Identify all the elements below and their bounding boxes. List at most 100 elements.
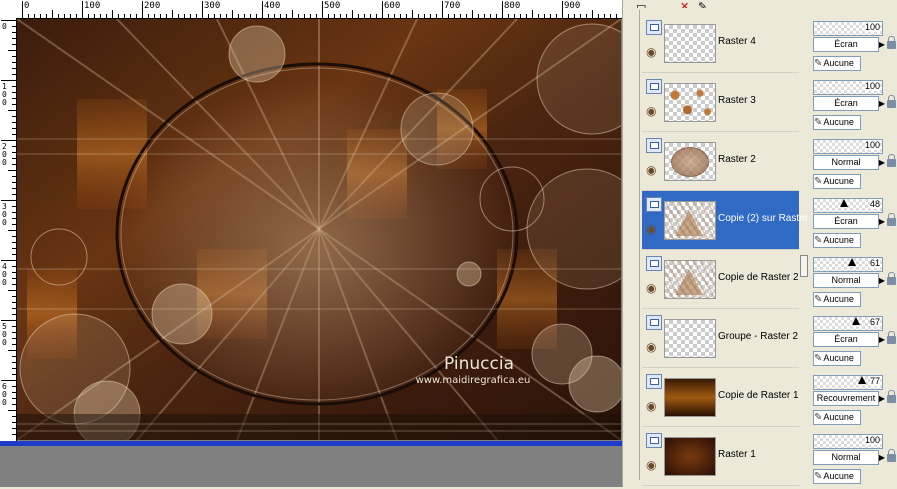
layer-row[interactable]: ◉ Raster 2 — [642, 132, 799, 190]
ruler-minor-tick — [436, 14, 437, 18]
opacity-slider[interactable]: 100 — [813, 80, 883, 95]
chevron-right-icon[interactable]: ▶ — [878, 214, 886, 229]
blend-mode-select[interactable]: Normal — [813, 155, 879, 170]
opacity-slider[interactable]: 67 — [813, 316, 883, 331]
layer-thumbnail[interactable] — [664, 319, 716, 358]
lock-icon[interactable] — [887, 331, 896, 344]
eye-icon[interactable]: ◉ — [646, 400, 660, 412]
lock-icon[interactable] — [887, 449, 896, 462]
mask-select[interactable]: ✎Aucune — [813, 469, 861, 484]
chevron-right-icon[interactable]: ▶ — [878, 37, 886, 52]
layer-row[interactable]: ◉ Raster 4 — [642, 14, 799, 72]
ruler-minor-tick — [616, 14, 617, 18]
chevron-right-icon[interactable]: ▶ — [878, 273, 886, 288]
blend-mode-select[interactable]: Normal — [813, 450, 879, 465]
eye-icon[interactable]: ◉ — [646, 223, 660, 235]
opacity-slider-thumb[interactable] — [848, 258, 856, 266]
layer-visibility-icon[interactable] — [646, 256, 662, 271]
mask-brush-icon: ✎ — [814, 353, 823, 364]
eye-icon[interactable]: ◉ — [646, 105, 660, 117]
lock-icon[interactable] — [887, 272, 896, 285]
ruler-minor-tick — [514, 14, 515, 18]
lock-icon[interactable] — [887, 36, 896, 49]
ruler-minor-tick — [130, 14, 131, 18]
ruler-minor-tick — [160, 14, 161, 18]
layer-thumbnail[interactable] — [664, 437, 716, 476]
blend-mode-select[interactable]: Recouvrement — [813, 391, 879, 406]
mask-select[interactable]: ✎Aucune — [813, 56, 861, 71]
layer-properties: 67 Écran ▶ ✎Aucune — [811, 313, 897, 371]
ruler-minor-tick — [304, 14, 305, 18]
ruler-minor-tick — [12, 26, 16, 27]
chevron-right-icon[interactable]: ▶ — [878, 96, 886, 111]
lock-icon[interactable] — [887, 95, 896, 108]
layer-row[interactable]: ◉ Raster 1 — [642, 427, 799, 485]
layer-visibility-icon[interactable] — [646, 433, 662, 448]
opacity-slider[interactable]: 48 — [813, 198, 883, 213]
eye-icon[interactable]: ◉ — [646, 282, 660, 294]
layer-visibility-icon[interactable] — [646, 20, 662, 35]
new-layer-icon[interactable]: ▭ — [636, 0, 652, 8]
layer-row[interactable]: ◉ Raster 3 — [642, 73, 799, 131]
layer-thumbnail[interactable] — [664, 24, 716, 63]
artwork-canvas[interactable]: Pinuccia www.maidiregrafica.eu — [17, 19, 621, 440]
layer-thumbnail[interactable] — [664, 378, 716, 417]
opacity-value: 77 — [869, 376, 880, 386]
mask-select[interactable]: ✎Aucune — [813, 174, 861, 189]
delete-icon[interactable]: ✕ — [680, 0, 696, 8]
layer-thumbnail[interactable] — [664, 83, 716, 122]
layer-thumbnail[interactable] — [664, 142, 716, 181]
mask-select[interactable]: ✎Aucune — [813, 410, 861, 425]
ruler-minor-tick — [238, 14, 239, 18]
opacity-slider-thumb[interactable] — [852, 317, 860, 325]
ruler-minor-tick — [328, 14, 329, 18]
layer-row[interactable]: ◉ Copie (2) sur Raster — [642, 191, 808, 249]
opacity-slider[interactable]: 100 — [813, 139, 883, 154]
eye-icon[interactable]: ◉ — [646, 459, 660, 471]
blend-mode-select[interactable]: Écran — [813, 37, 879, 52]
layer-row[interactable]: ◉ Copie de Raster 1 — [642, 368, 799, 426]
layers-panel-splitter-handle[interactable] — [800, 255, 808, 277]
layer-visibility-icon[interactable] — [646, 374, 662, 389]
chevron-right-icon[interactable]: ▶ — [878, 332, 886, 347]
opacity-slider[interactable]: 77 — [813, 375, 883, 390]
opacity-slider-thumb[interactable] — [840, 199, 848, 207]
chevron-right-icon[interactable]: ▶ — [878, 155, 886, 170]
blend-mode-select[interactable]: Écran — [813, 332, 879, 347]
eye-icon[interactable]: ◉ — [646, 46, 660, 58]
eye-icon[interactable]: ◉ — [646, 164, 660, 176]
eye-icon[interactable]: ◉ — [646, 341, 660, 353]
layer-row[interactable]: ◉ Copie de Raster 2 — [642, 250, 799, 308]
opacity-slider[interactable]: 100 — [813, 21, 883, 36]
mask-select[interactable]: ✎Aucune — [813, 351, 861, 366]
mask-select[interactable]: ✎Aucune — [813, 233, 861, 248]
layer-row[interactable]: ◉ Groupe - Raster 2 — [642, 309, 799, 367]
mask-select[interactable]: ✎Aucune — [813, 115, 861, 130]
ruler-minor-tick — [394, 14, 395, 18]
layer-visibility-icon[interactable] — [646, 315, 662, 330]
ruler-minor-tick — [370, 14, 371, 18]
mask-select[interactable]: ✎Aucune — [813, 292, 861, 307]
ruler-major-tick — [1, 140, 16, 141]
layer-properties: 100 Normal ▶ ✎Aucune — [811, 136, 897, 194]
blend-mode-select[interactable]: Écran — [813, 214, 879, 229]
layer-thumbnail[interactable] — [664, 201, 716, 240]
layer-visibility-icon[interactable] — [646, 197, 662, 212]
opacity-slider-thumb[interactable] — [858, 376, 866, 384]
opacity-slider[interactable]: 100 — [813, 434, 883, 449]
lock-icon[interactable] — [887, 390, 896, 403]
lock-icon[interactable] — [887, 154, 896, 167]
opacity-value: 100 — [864, 22, 880, 32]
chevron-right-icon[interactable]: ▶ — [878, 391, 886, 406]
layer-visibility-icon[interactable] — [646, 79, 662, 94]
blend-mode-select[interactable]: Écran — [813, 96, 879, 111]
layer-thumbnail[interactable] — [664, 260, 716, 299]
ruler-minor-tick — [358, 14, 359, 18]
chevron-right-icon[interactable]: ▶ — [878, 450, 886, 465]
layer-visibility-icon[interactable] — [646, 138, 662, 153]
ruler-minor-tick — [418, 14, 419, 18]
blend-mode-select[interactable]: Normal — [813, 273, 879, 288]
lock-icon[interactable] — [887, 213, 896, 226]
layer-properties-icon[interactable]: ✎ — [698, 0, 714, 8]
opacity-slider[interactable]: 61 — [813, 257, 883, 272]
